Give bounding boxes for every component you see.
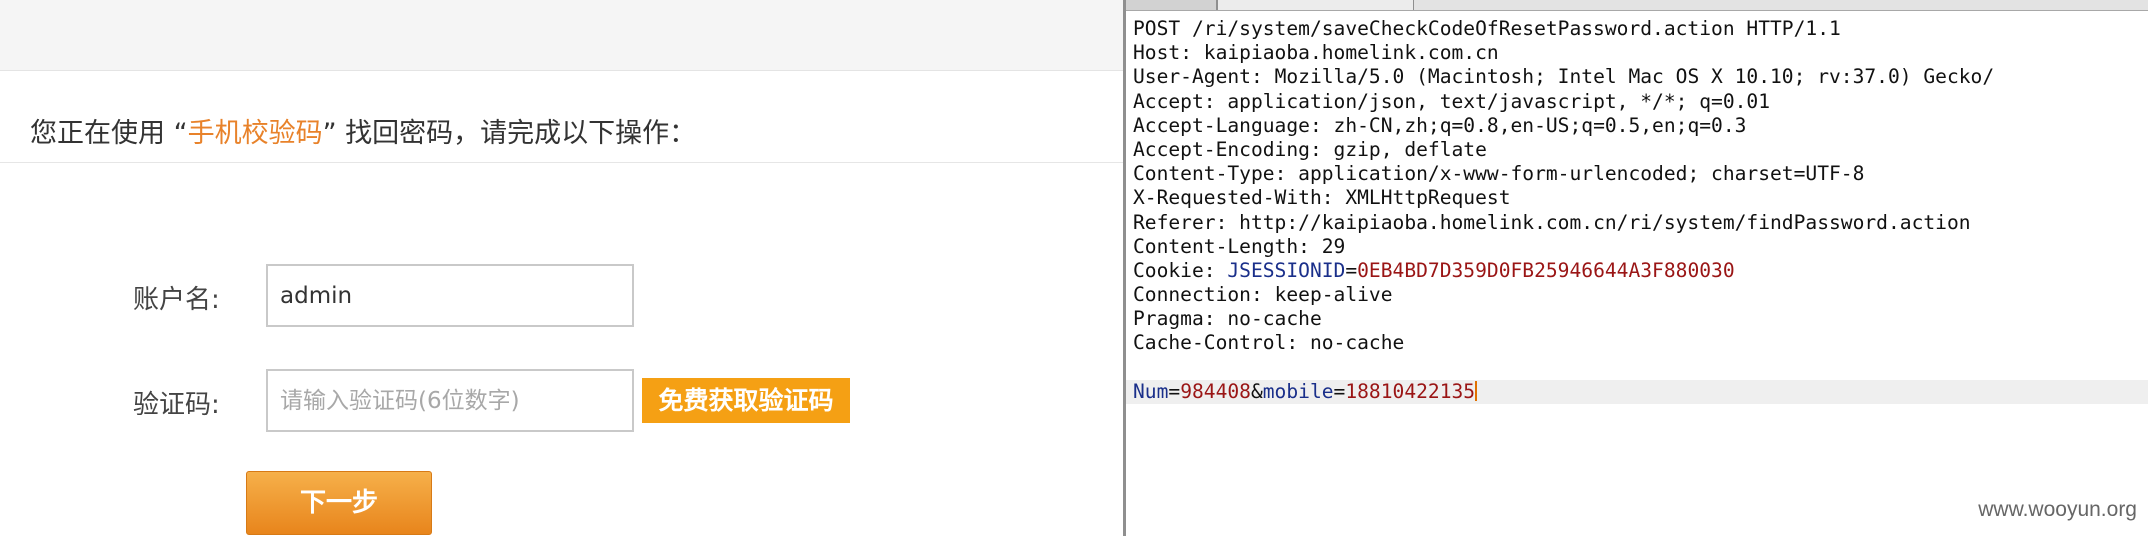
header-line: Content-Length: 29 <box>1133 234 1346 258</box>
instruction-prefix: 您正在使用 “ <box>30 118 188 149</box>
header-value: no-cache <box>1309 331 1405 355</box>
browser-page: 您正在使用 “手机校验码” 找回密码，请完成以下操作： 账户名: 验证码: 免费… <box>0 0 1123 536</box>
header-name: Content-Length <box>1133 234 1299 258</box>
viewer-tab-strip <box>1126 0 2148 11</box>
request-line: POST /ri/system/saveCheckCodeOfResetPass… <box>1133 17 1841 40</box>
cookie-name: JSESSIONID <box>1227 258 1346 282</box>
instruction-suffix: ” 找回密码，请完成以下操作： <box>322 118 697 149</box>
header-value: gzip, deflate <box>1333 137 1487 161</box>
page-header-band <box>0 0 1123 71</box>
header-value: application/x-www-form-urlencoded; chars… <box>1298 162 1865 186</box>
header-value: keep-alive <box>1274 283 1393 307</box>
cookie-value: 0EB4BD7D359D0FB25946644A3F880030 <box>1357 258 1735 282</box>
param-name: mobile <box>1262 379 1334 403</box>
header-value: no-cache <box>1227 307 1322 331</box>
header-value: zh-CN,zh;q=0.8,en-US;q=0.5,en;q=0.3 <box>1333 113 1747 137</box>
param-name: Num <box>1133 379 1169 403</box>
header-value: kaipiaoba.homelink.com.cn <box>1203 41 1499 65</box>
header-name: Accept <box>1133 89 1204 113</box>
cookie-line: Cookie: JSESSIONID=0EB4BD7D359D0FB259466… <box>1133 258 1735 282</box>
param-value: 18810422135 <box>1345 379 1476 403</box>
header-name: User-Agent <box>1133 65 1251 89</box>
param-value: 984408 <box>1180 379 1251 403</box>
header-line: Accept-Language: zh-CN,zh;q=0.8,en-US;q=… <box>1133 113 1747 137</box>
header-line: Cache-Control: no-cache <box>1133 331 1405 355</box>
divider <box>0 162 1123 163</box>
raw-request-text[interactable]: POST /ri/system/saveCheckCodeOfResetPass… <box>1126 17 2148 404</box>
header-line: Content-Type: application/x-www-form-url… <box>1133 162 1865 186</box>
header-line: Accept-Encoding: gzip, deflate <box>1133 137 1487 161</box>
request-body-params: Num=984408&mobile=18810422135 <box>1126 379 2148 404</box>
instruction-text: 您正在使用 “手机校验码” 找回密码，请完成以下操作： <box>30 111 696 150</box>
header-name: Pragma <box>1133 307 1204 331</box>
viewer-tab[interactable] <box>1126 0 1217 10</box>
header-line: Connection: keep-alive <box>1133 283 1393 307</box>
header-value: 29 <box>1321 234 1346 258</box>
header-name: X-Requested-With <box>1133 186 1322 210</box>
account-label: 账户名: <box>133 285 220 315</box>
header-name: Host <box>1133 41 1181 65</box>
header-value: Mozilla/5.0 (Macintosh; Intel Mac OS X 1… <box>1274 65 1995 89</box>
header-name: Cache-Control <box>1133 331 1287 355</box>
header-value: http://kaipiaoba.homelink.com.cn/ri/syst… <box>1239 210 1971 234</box>
header-line: User-Agent: Mozilla/5.0 (Macintosh; Inte… <box>1133 65 1995 89</box>
header-name: Content-Type <box>1133 162 1275 186</box>
watermark: www.wooyun.org <box>1978 498 2137 521</box>
header-line: Accept: application/json, text/javascrip… <box>1133 89 1771 113</box>
header-value: application/json, text/javascript, */*; … <box>1227 89 1771 113</box>
header-name: Accept-Encoding <box>1133 137 1310 161</box>
verification-method-highlight: 手机校验码 <box>187 118 323 149</box>
http-request-viewer: POST /ri/system/saveCheckCodeOfResetPass… <box>1123 0 2148 536</box>
viewer-tab[interactable] <box>1218 0 1414 10</box>
header-value: XMLHttpRequest <box>1345 186 1511 210</box>
get-verification-code-button[interactable]: 免费获取验证码 <box>642 378 850 423</box>
header-line: Host: kaipiaoba.homelink.com.cn <box>1133 41 1499 65</box>
header-line: X-Requested-With: XMLHttpRequest <box>1133 186 1511 210</box>
account-input[interactable] <box>266 264 634 327</box>
cookie-label: Cookie: <box>1133 258 1228 282</box>
text-cursor <box>1475 380 1478 401</box>
verification-code-input[interactable] <box>266 369 634 432</box>
verification-code-label: 验证码: <box>133 390 220 420</box>
header-name: Referer <box>1133 210 1216 234</box>
header-line: Referer: http://kaipiaoba.homelink.com.c… <box>1133 210 1971 234</box>
header-line: Pragma: no-cache <box>1133 307 1322 331</box>
header-name: Connection <box>1133 283 1251 307</box>
header-name: Accept-Language <box>1133 113 1310 137</box>
next-step-button[interactable]: 下一步 <box>246 471 432 535</box>
